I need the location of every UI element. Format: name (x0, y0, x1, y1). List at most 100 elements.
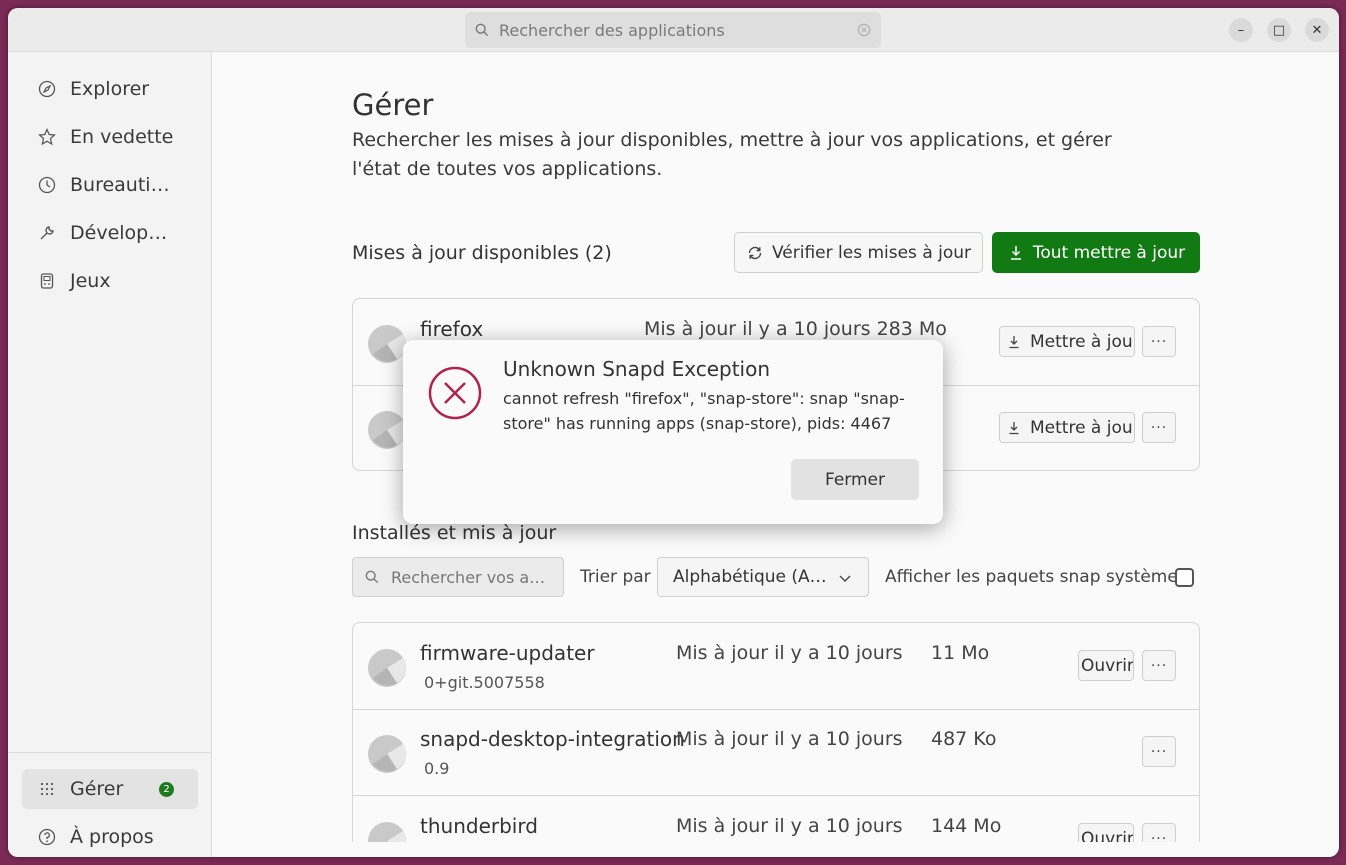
maximize-icon: □ (1272, 22, 1286, 38)
updates-section-title: Mises à jour disponibles (2) (352, 242, 612, 264)
app-date: Mis à jour il y a 10 jours (676, 815, 903, 837)
update-app-button[interactable]: Mettre à jour (999, 326, 1135, 357)
sort-dropdown[interactable]: Alphabétique (A… (657, 557, 869, 597)
list-item[interactable]: thunderbird Mis à jour il y a 10 jours 1… (353, 796, 1199, 842)
more-options-button[interactable]: ··· (1142, 650, 1176, 681)
more-options-button[interactable]: ··· (1142, 326, 1176, 357)
app-size: 144 Mo (931, 815, 1002, 837)
app-size: 11 Mo (931, 642, 990, 664)
sidebar-item-label: Bureauti… (70, 174, 170, 196)
close-icon: ✕ (1311, 22, 1323, 38)
sidebar-item-about[interactable]: À propos (22, 817, 198, 857)
more-icon: ··· (1150, 333, 1168, 350)
update-app-button[interactable]: Mettre à jour (999, 412, 1135, 443)
sidebar-item-label: En vedette (70, 126, 174, 148)
close-dialog-label: Fermer (824, 469, 885, 490)
sort-label: Trier par (580, 567, 651, 587)
app-placeholder-icon (368, 325, 406, 363)
sidebar: Explorer En vedette Bureauti… Dévelop… J… (8, 52, 212, 857)
more-icon: ··· (1150, 743, 1168, 760)
installed-search-placeholder: Rechercher vos a… (391, 567, 546, 587)
chevron-down-icon (839, 575, 851, 582)
page-description: Rechercher les mises à jour disponibles,… (352, 129, 1112, 180)
page-title: Gérer (352, 88, 434, 122)
compass-icon (38, 80, 56, 98)
sort-value: Alphabétique (A… (673, 567, 827, 587)
app-placeholder-icon (368, 822, 406, 842)
app-placeholder-icon (368, 735, 406, 773)
maximize-button[interactable]: □ (1267, 18, 1291, 42)
app-name: firefox (420, 317, 484, 341)
show-snap-label: Afficher les paquets snap système (885, 567, 1178, 587)
check-updates-label: Vérifier les mises à jour (771, 242, 972, 263)
sidebar-item-explorer[interactable]: Explorer (22, 69, 198, 109)
sidebar-item-label: Dévelop… (70, 222, 168, 244)
update-all-label: Tout mettre à jour (1032, 242, 1186, 263)
open-app-button[interactable]: Ouvrir (1078, 823, 1134, 842)
sidebar-item-manage[interactable]: Gérer 2 (22, 769, 198, 809)
app-size: 487 Ko (931, 728, 997, 750)
search-icon (475, 23, 489, 37)
update-app-label: Mettre à jour (1030, 331, 1135, 352)
app-name: snapd-desktop-integration (420, 727, 685, 751)
installed-search-input[interactable]: Rechercher vos a… (352, 557, 564, 597)
download-icon (1010, 245, 1021, 260)
search-icon (365, 570, 379, 584)
download-icon (1009, 335, 1019, 348)
clock-icon (38, 176, 56, 194)
more-options-button[interactable]: ··· (1142, 412, 1176, 443)
app-name: thunderbird (420, 814, 538, 838)
error-circle-icon (428, 366, 482, 420)
open-app-button[interactable]: Ouvrir (1078, 650, 1134, 681)
installed-list: firmware-updater 0+git.5007558 Mis à jou… (352, 622, 1200, 842)
minimize-icon: – (1237, 22, 1245, 38)
app-placeholder-icon (368, 411, 406, 449)
dialog-message: cannot refresh "firefox", "snap-store": … (503, 389, 905, 433)
wrench-icon (40, 226, 54, 240)
download-icon (1009, 421, 1019, 434)
check-updates-button[interactable]: Vérifier les mises à jour (734, 232, 983, 273)
sidebar-item-games[interactable]: Jeux (22, 261, 198, 301)
app-version: 0.9 (424, 759, 450, 778)
gamepad-icon (40, 273, 54, 289)
sidebar-item-label: Explorer (70, 78, 150, 100)
open-app-label: Ouvrir (1081, 828, 1134, 843)
refresh-icon (748, 246, 762, 259)
app-update-info: Mis à jour il y a 10 jours 283 Mo (644, 318, 947, 340)
app-placeholder-icon (368, 649, 406, 687)
update-app-label: Mettre à jour (1030, 417, 1135, 438)
minimize-button[interactable]: – (1229, 18, 1253, 42)
app-version: 0+git.5007558 (424, 673, 545, 692)
app-search-input[interactable]: Rechercher des applications (465, 12, 881, 48)
help-icon (38, 828, 56, 846)
grid-icon (40, 782, 54, 796)
app-search-placeholder: Rechercher des applications (499, 20, 725, 40)
installed-section-title: Installés et mis à jour (352, 522, 557, 544)
app-name: firmware-updater (420, 641, 595, 665)
sidebar-item-development[interactable]: Dévelop… (22, 213, 198, 253)
app-date: Mis à jour il y a 10 jours (676, 728, 903, 750)
sidebar-divider (8, 752, 212, 753)
error-dialog: Unknown Snapd Exception cannot refresh "… (403, 340, 943, 524)
more-icon: ··· (1150, 657, 1168, 674)
list-item[interactable]: firmware-updater 0+git.5007558 Mis à jou… (353, 623, 1199, 710)
sidebar-item-label: Gérer (70, 778, 124, 800)
sidebar-item-label: Jeux (70, 270, 111, 292)
update-all-button[interactable]: Tout mettre à jour (992, 232, 1200, 273)
more-options-button[interactable]: ··· (1142, 736, 1176, 767)
show-snap-checkbox[interactable] (1175, 568, 1194, 587)
app-date: Mis à jour il y a 10 jours (676, 642, 903, 664)
more-options-button[interactable]: ··· (1142, 823, 1176, 842)
list-item[interactable]: snapd-desktop-integration 0.9 Mis à jour… (353, 709, 1199, 796)
more-icon: ··· (1150, 419, 1168, 436)
open-app-label: Ouvrir (1081, 655, 1134, 676)
sidebar-item-office[interactable]: Bureauti… (22, 165, 198, 205)
close-dialog-button[interactable]: Fermer (791, 459, 919, 500)
clear-icon[interactable] (857, 23, 871, 37)
sidebar-item-featured[interactable]: En vedette (22, 117, 198, 157)
titlebar: Rechercher des applications – □ ✕ (8, 8, 1339, 52)
star-icon (38, 128, 56, 146)
sidebar-item-label: À propos (70, 826, 154, 848)
close-window-button[interactable]: ✕ (1305, 18, 1329, 42)
updates-count-badge: 2 (159, 782, 174, 797)
